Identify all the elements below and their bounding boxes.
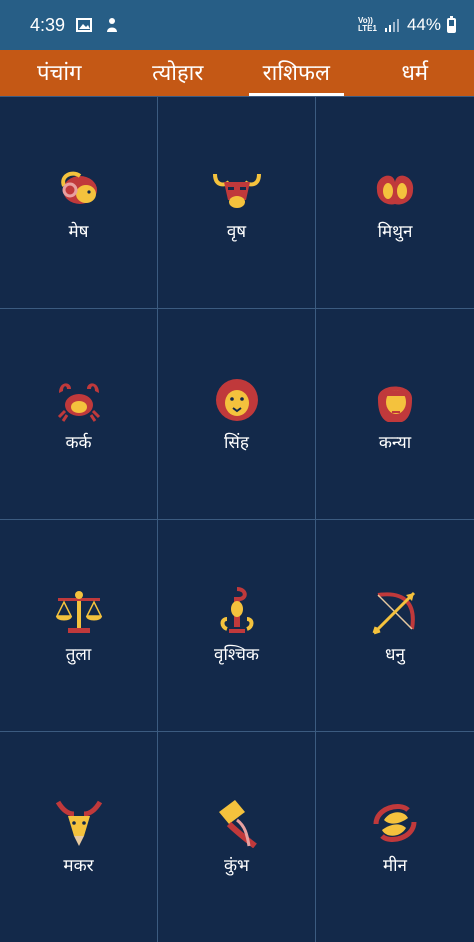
pisces-icon [369, 797, 421, 849]
sign-label: मीन [382, 856, 407, 877]
sign-label: धनु [385, 644, 405, 665]
status-bar: 4:39 Vo)) LTE1 44% [0, 0, 474, 50]
sign-label: मकर [63, 856, 94, 877]
sign-gemini[interactable]: मिथुन [316, 97, 474, 309]
gemini-icon [369, 163, 421, 215]
battery-icon [447, 15, 456, 33]
libra-icon [53, 586, 105, 638]
taurus-icon [211, 163, 263, 215]
gallery-icon [75, 16, 93, 34]
sign-label: तुला [65, 644, 92, 665]
aries-icon [53, 163, 105, 215]
tab-religion[interactable]: धर्म [356, 50, 474, 96]
cancer-icon [53, 374, 105, 426]
sign-label: सिंह [224, 433, 249, 454]
sign-taurus[interactable]: वृष [158, 97, 316, 309]
aquarius-icon [211, 797, 263, 849]
sign-cancer[interactable]: कर्क [0, 308, 158, 520]
sign-virgo[interactable]: कन्या [316, 309, 474, 520]
sign-label: कुंभ [223, 856, 249, 877]
network-indicator: Vo)) LTE1 [358, 16, 377, 33]
tab-festivals[interactable]: त्योहार [119, 50, 238, 96]
sign-label: वृष [226, 221, 247, 242]
signal-icon [383, 16, 401, 34]
tab-panchang[interactable]: पंचांग [0, 50, 119, 96]
sagittarius-icon [369, 586, 421, 638]
sign-label: कर्क [65, 433, 92, 454]
tab-bar: पंचांग त्योहार राशिफल धर्म [0, 50, 474, 96]
leo-icon [211, 374, 263, 426]
capricorn-icon [53, 797, 105, 849]
sign-label: वृश्चिक [214, 644, 259, 665]
sign-label: कन्या [378, 433, 412, 454]
sign-sagittarius[interactable]: धनु [316, 520, 474, 732]
battery-percentage: 44% [406, 15, 441, 34]
status-time: 4:39 [30, 14, 66, 35]
sign-aquarius[interactable]: कुंभ [158, 731, 316, 942]
sign-pisces[interactable]: मीन [316, 732, 474, 942]
scorpio-icon [211, 586, 263, 638]
sign-leo[interactable]: सिंह [158, 308, 316, 520]
sign-label: मिथुन [377, 221, 413, 242]
sign-scorpio[interactable]: वृश्चिक [158, 520, 316, 732]
zodiac-grid: मेष वृष मिथुन कर्क सिंह कन्या तुला वृश्च… [0, 96, 474, 942]
sign-libra[interactable]: तुला [0, 520, 158, 732]
sign-aries[interactable]: मेष [0, 97, 158, 309]
tab-horoscope[interactable]: राशिफल [237, 50, 356, 96]
sign-capricorn[interactable]: मकर [0, 731, 158, 942]
virgo-icon [369, 374, 421, 426]
app-notification-icon [103, 16, 121, 34]
sign-label: मेष [68, 221, 89, 242]
